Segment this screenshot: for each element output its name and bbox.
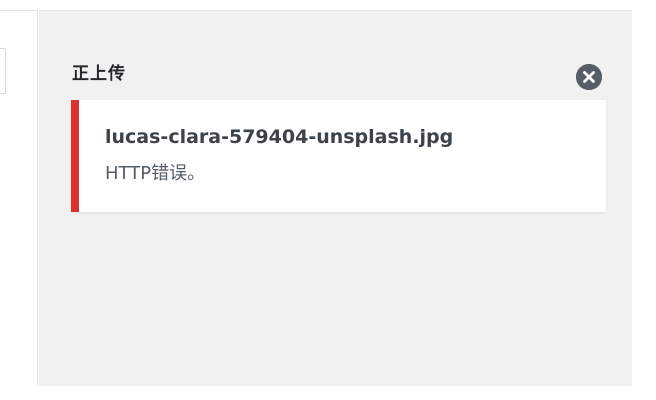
panel-title: 正上传 <box>72 64 126 84</box>
bottom-edge <box>0 386 656 400</box>
left-panel <box>0 10 38 386</box>
media-upload-screen: 正上传 lucas-clara-579404-unsplash.jpg HTTP… <box>0 0 656 400</box>
right-edge <box>632 0 656 400</box>
upload-error-notice: lucas-clara-579404-unsplash.jpg HTTP错误。 <box>71 100 606 212</box>
panel-divider <box>0 10 38 11</box>
left-input-edge[interactable] <box>0 48 6 94</box>
upload-error-message: HTTP错误。 <box>105 163 206 184</box>
upload-filename: lucas-clara-579404-unsplash.jpg <box>105 126 454 148</box>
uploading-panel: 正上传 lucas-clara-579404-unsplash.jpg HTTP… <box>39 10 632 386</box>
dismiss-errors-button[interactable] <box>576 64 602 90</box>
close-circle-icon <box>576 64 602 90</box>
